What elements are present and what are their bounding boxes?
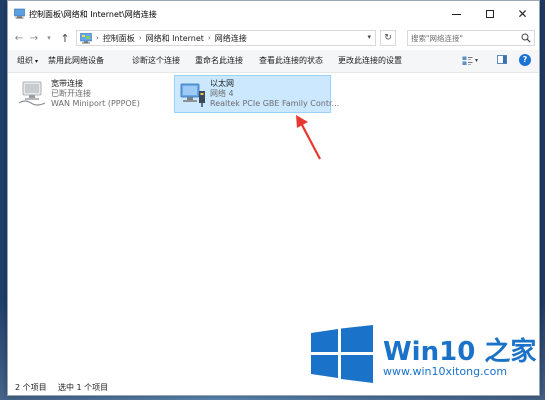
selected-count: 选中 1 个项目 (58, 383, 109, 392)
back-arrow-icon[interactable]: ← (12, 31, 26, 45)
search-icon (521, 33, 531, 43)
watermark-url: www.win10xitong.com (383, 365, 508, 378)
minimize-button[interactable] (440, 1, 473, 27)
breadcrumb-chevron-icon[interactable]: › (208, 34, 211, 42)
breadcrumb-control-panel[interactable]: 控制面板 (103, 33, 135, 44)
address-history-chevron-icon[interactable]: ▾ (367, 33, 371, 41)
view-status-button[interactable]: 查看此连接的状态 (259, 55, 323, 66)
close-button[interactable]: ✕ (506, 1, 539, 27)
help-icon[interactable]: ? (519, 54, 531, 66)
windows-logo-icon (311, 325, 373, 383)
breadcrumb-network-internet[interactable]: 网络和 Internet (146, 33, 204, 44)
maximize-button[interactable] (473, 1, 506, 27)
connection-status: 网络 4 (210, 89, 234, 98)
chevron-down-icon: ▾ (475, 57, 479, 64)
change-settings-button[interactable]: 更改此连接的设置 (338, 55, 402, 66)
diagnose-connection-button[interactable]: 诊断这个连接 (132, 55, 180, 66)
breadcrumb-chevron-icon[interactable]: › (96, 34, 99, 42)
list-item[interactable]: 以太网 网络 4 Realtek PCIe GBE Family Contr..… (174, 75, 339, 113)
up-arrow-icon[interactable]: ↑ (58, 31, 72, 45)
organize-label: 组织 (17, 56, 33, 65)
search-input[interactable] (411, 32, 515, 44)
list-item[interactable]: 宽带连接 已断开连接 WAN Miniport (PPPOE) (15, 75, 165, 113)
dialup-connection-icon (18, 81, 46, 106)
red-arrow-annotation (296, 115, 321, 160)
breadcrumb-network-connections[interactable]: 网络连接 (215, 33, 247, 44)
watermark-title: Win10 之家 (383, 337, 537, 367)
search-box[interactable] (407, 30, 535, 46)
rename-connection-button[interactable]: 重命名此连接 (195, 55, 243, 66)
ethernet-connection-icon (180, 83, 205, 107)
refresh-icon: ↻ (384, 33, 392, 43)
command-bar: 组织 ▾ 禁用此网络设备 诊断这个连接 重命名此连接 查看此连接的状态 更改此连接… (8, 50, 539, 73)
minimize-icon (452, 13, 461, 15)
connection-device: Realtek PCIe GBE Family Contr... (210, 99, 340, 108)
watermark-logo: Win10 之家 www.win10xitong.com (311, 325, 536, 385)
close-icon: ✕ (517, 7, 528, 21)
address-row: ← → ▾ ↑ › 控制面板 › 网络和 Internet › 网络连接 ▾ ↻ (8, 27, 539, 49)
disable-device-button[interactable]: 禁用此网络设备 (48, 55, 104, 66)
control-panel-icon (80, 32, 92, 43)
change-view-button[interactable]: ▾ (462, 55, 482, 66)
connection-device: WAN Miniport (PPPOE) (51, 99, 140, 108)
chevron-down-icon: ▾ (35, 58, 39, 65)
preview-pane-icon[interactable] (497, 55, 507, 64)
organize-menu-button[interactable]: 组织 ▾ (17, 55, 38, 66)
breadcrumb-chevron-icon[interactable]: › (139, 34, 142, 42)
network-folder-icon (14, 8, 25, 19)
refresh-button[interactable]: ↻ (380, 30, 396, 46)
item-count: 2 个项目 (15, 383, 47, 392)
connection-status: 已断开连接 (51, 89, 91, 98)
title-bar[interactable]: 控制面板\网络和 Internet\网络连接 ✕ (8, 1, 539, 27)
maximize-icon (485, 10, 494, 18)
forward-arrow-icon[interactable]: → (27, 31, 41, 45)
address-bar[interactable]: › 控制面板 › 网络和 Internet › 网络连接 ▾ (76, 30, 376, 46)
recent-locations-chevron-icon[interactable]: ▾ (42, 31, 56, 45)
view-tiles-icon (462, 56, 473, 65)
window-title: 控制面板\网络和 Internet\网络连接 (29, 10, 157, 19)
